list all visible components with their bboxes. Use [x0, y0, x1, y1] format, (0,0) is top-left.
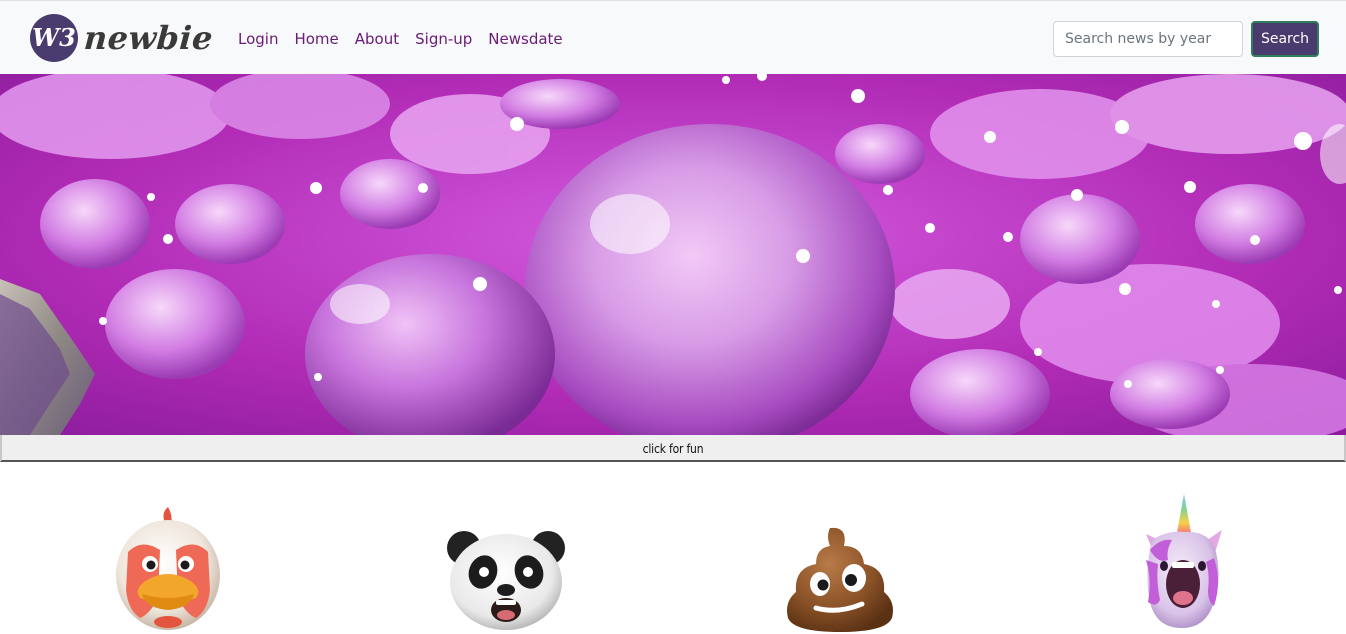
brand-logo-icon: W3	[30, 14, 78, 62]
chicken-memoji-icon[interactable]	[98, 490, 238, 634]
water-droplets-image	[0, 74, 1346, 435]
nav-link-newsdate[interactable]: Newsdate	[480, 28, 570, 50]
nav-link-signup[interactable]: Sign-up	[407, 28, 480, 50]
hero-image	[0, 74, 1346, 435]
unicorn-memoji-icon[interactable]	[1110, 490, 1250, 634]
navbar: W3 newbie Login Home About Sign-up Newsd…	[0, 0, 1346, 74]
nav-link-about[interactable]: About	[347, 28, 407, 50]
panda-memoji-icon[interactable]	[436, 490, 576, 634]
search-button[interactable]: Search	[1251, 21, 1319, 57]
nav-link-home[interactable]: Home	[286, 28, 346, 50]
search-input[interactable]	[1053, 21, 1243, 57]
brand-name: newbie	[82, 19, 215, 57]
nav-link-login[interactable]: Login	[230, 28, 286, 50]
poop-memoji-icon[interactable]	[770, 490, 910, 634]
brand-link[interactable]: W3 newbie	[30, 13, 215, 63]
brand-logo-text: W3	[32, 23, 76, 52]
nav-links: Login Home About Sign-up Newsdate	[230, 28, 571, 50]
click-for-fun-button[interactable]: click for fun	[0, 435, 1346, 462]
click-for-fun-label: click for fun	[642, 441, 704, 456]
